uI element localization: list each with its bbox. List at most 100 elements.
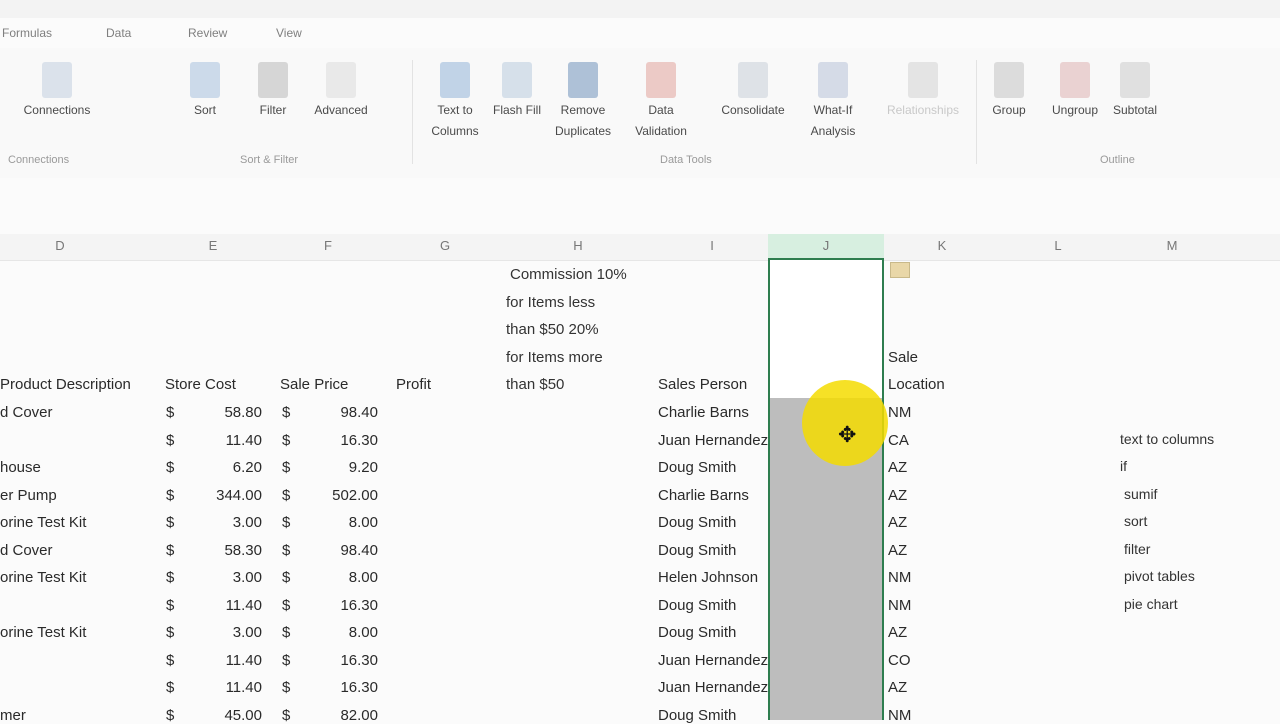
cell-store-cost[interactable]: 3.00: [196, 514, 262, 531]
todo-item[interactable]: sort: [1124, 513, 1147, 529]
cell-description[interactable]: house: [0, 459, 41, 476]
cell-sales-person[interactable]: Juan Hernandez: [658, 432, 768, 449]
cell-store-cost[interactable]: 344.00: [196, 487, 262, 504]
cell-sale-location[interactable]: CA: [888, 432, 909, 449]
todo-item[interactable]: if: [1120, 458, 1127, 474]
cell-sale-location[interactable]: NM: [888, 404, 911, 421]
cell-sale-price[interactable]: 8.00: [312, 514, 378, 531]
advanced-button[interactable]: Advanced: [304, 58, 378, 148]
cell-currency-symbol[interactable]: $: [166, 404, 178, 421]
cell-sale-price[interactable]: 502.00: [312, 487, 378, 504]
cell-currency-symbol[interactable]: $: [282, 569, 294, 586]
cell-currency-symbol[interactable]: $: [166, 679, 178, 696]
cell-currency-symbol[interactable]: $: [282, 597, 294, 614]
cell-sale-price[interactable]: 8.00: [312, 624, 378, 641]
cell-description[interactable]: orine Test Kit: [0, 569, 86, 586]
cell-sale-price[interactable]: 16.30: [312, 679, 378, 696]
cell-currency-symbol[interactable]: $: [166, 542, 178, 559]
column-header-l[interactable]: L: [1048, 238, 1068, 253]
cell-sales-person[interactable]: Charlie Barns: [658, 487, 749, 504]
cell-sale-location[interactable]: NM: [888, 707, 911, 724]
cell-sale-location[interactable]: AZ: [888, 542, 907, 559]
column-header-g[interactable]: G: [435, 238, 455, 253]
flash-fill-button[interactable]: Flash Fill: [480, 58, 554, 148]
cell-currency-symbol[interactable]: $: [166, 652, 178, 669]
cell-sale-price[interactable]: 98.40: [312, 404, 378, 421]
cell-sale-price[interactable]: 16.30: [312, 597, 378, 614]
cell-description[interactable]: mer: [0, 707, 26, 724]
cell-sale-price[interactable]: 98.40: [312, 542, 378, 559]
cell-store-cost[interactable]: 11.40: [196, 432, 262, 449]
cell-sale-location[interactable]: AZ: [888, 679, 907, 696]
cell-sale-location[interactable]: NM: [888, 597, 911, 614]
cell-description[interactable]: er Pump: [0, 487, 57, 504]
cell-currency-symbol[interactable]: $: [166, 487, 178, 504]
cell-sale-price[interactable]: 8.00: [312, 569, 378, 586]
column-header-k[interactable]: K: [932, 238, 952, 253]
cell-sale-price[interactable]: 16.30: [312, 432, 378, 449]
cell-sales-person[interactable]: Doug Smith: [658, 514, 736, 531]
header-sale-location[interactable]: Location: [888, 376, 945, 393]
tab-review[interactable]: Review: [188, 26, 227, 40]
cell-sales-person[interactable]: Juan Hernandez: [658, 679, 768, 696]
cell-currency-symbol[interactable]: $: [166, 432, 178, 449]
cell-store-cost[interactable]: 3.00: [196, 624, 262, 641]
cell-currency-symbol[interactable]: $: [166, 459, 178, 476]
cell-currency-symbol[interactable]: $: [166, 514, 178, 531]
cell-currency-symbol[interactable]: $: [282, 679, 294, 696]
column-header-d[interactable]: D: [50, 238, 70, 253]
cell-currency-symbol[interactable]: $: [282, 707, 294, 724]
cell-store-cost[interactable]: 58.30: [196, 542, 262, 559]
group-button[interactable]: Group: [972, 58, 1046, 148]
cell-sales-person[interactable]: Helen Johnson: [658, 569, 758, 586]
cell-currency-symbol[interactable]: $: [166, 707, 178, 724]
column-header-m[interactable]: M: [1162, 238, 1182, 253]
cell-sale-price[interactable]: 16.30: [312, 652, 378, 669]
cell-sales-person[interactable]: Doug Smith: [658, 707, 736, 724]
cell-description[interactable]: orine Test Kit: [0, 624, 86, 641]
cell-store-cost[interactable]: 6.20: [196, 459, 262, 476]
cell-currency-symbol[interactable]: $: [282, 487, 294, 504]
remove-duplicates-button[interactable]: Remove Duplicates: [546, 58, 620, 148]
cell-sale-location[interactable]: AZ: [888, 459, 907, 476]
header-product-description[interactable]: Product Description: [0, 376, 131, 393]
cell-currency-symbol[interactable]: $: [166, 597, 178, 614]
tab-view[interactable]: View: [276, 26, 302, 40]
cell-store-cost[interactable]: 3.00: [196, 569, 262, 586]
cell-sales-person[interactable]: Doug Smith: [658, 597, 736, 614]
cell-sales-person[interactable]: Charlie Barns: [658, 404, 749, 421]
what-if-button[interactable]: What-If Analysis: [796, 58, 870, 148]
header-profit[interactable]: Profit: [396, 376, 431, 393]
header-sales-person[interactable]: Sales Person: [658, 376, 747, 393]
cell-sale-location[interactable]: AZ: [888, 624, 907, 641]
cell-description[interactable]: orine Test Kit: [0, 514, 86, 531]
cell-description[interactable]: d Cover: [0, 542, 53, 559]
data-validation-button[interactable]: Data Validation: [624, 58, 698, 148]
todo-item[interactable]: sumif: [1124, 486, 1157, 502]
cell-sales-person[interactable]: Doug Smith: [658, 459, 736, 476]
paste-options-icon[interactable]: [890, 262, 910, 278]
todo-item[interactable]: pivot tables: [1124, 568, 1195, 584]
cell-sale-price[interactable]: 9.20: [312, 459, 378, 476]
column-header-e[interactable]: E: [203, 238, 223, 253]
cell-currency-symbol[interactable]: $: [166, 569, 178, 586]
cell-currency-symbol[interactable]: $: [166, 624, 178, 641]
cell-currency-symbol[interactable]: $: [282, 514, 294, 531]
todo-item[interactable]: filter: [1124, 541, 1150, 557]
sort-button[interactable]: Sort: [168, 58, 242, 148]
cell-store-cost[interactable]: 11.40: [196, 679, 262, 696]
cell-sales-person[interactable]: Juan Hernandez: [658, 652, 768, 669]
cell-sale-location[interactable]: CO: [888, 652, 911, 669]
cell-currency-symbol[interactable]: $: [282, 459, 294, 476]
tab-formulas[interactable]: Formulas: [2, 26, 52, 40]
column-header-f[interactable]: F: [318, 238, 338, 253]
cell-currency-symbol[interactable]: $: [282, 652, 294, 669]
cell-currency-symbol[interactable]: $: [282, 404, 294, 421]
cell-store-cost[interactable]: 58.80: [196, 404, 262, 421]
todo-item[interactable]: text to columns: [1120, 431, 1214, 447]
tab-data[interactable]: Data: [106, 26, 131, 40]
cell-sale-location[interactable]: AZ: [888, 514, 907, 531]
consolidate-button[interactable]: Consolidate: [716, 58, 790, 148]
cell-sales-person[interactable]: Doug Smith: [658, 542, 736, 559]
header-sale-price[interactable]: Sale Price: [280, 376, 348, 393]
